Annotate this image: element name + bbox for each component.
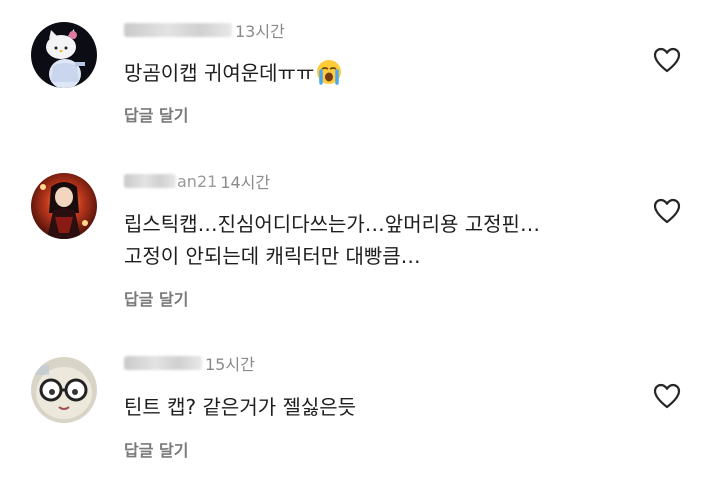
username-redacted[interactable] [124,356,202,370]
like-button[interactable] [652,382,682,410]
timestamp: 15시간 [205,355,255,374]
reply-button[interactable]: 답글 달기 [124,437,188,461]
avatar[interactable] [31,357,97,423]
heart-outline-icon [653,383,681,409]
glasses-doll-avatar-icon [31,357,97,423]
comment-header: 15시간 [124,352,255,374]
comment-item: 15시간 틴트 캡? 같은거가 젤싫은듯 답글 달기 [0,0,719,484]
comment-text-line: 틴트 캡? 같은거가 젤싫은듯 [124,395,357,419]
